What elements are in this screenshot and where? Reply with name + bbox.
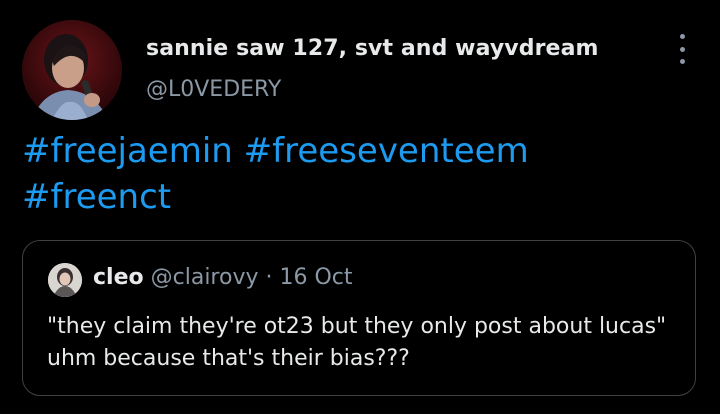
- quote-author-avatar[interactable]: [48, 263, 82, 297]
- quoted-tweet-card[interactable]: cleo @clairovy · 16 Oct "they claim they…: [22, 240, 696, 396]
- quote-text: "they claim they're ot23 but they only p…: [47, 314, 667, 371]
- quote-date[interactable]: 16 Oct: [280, 265, 353, 290]
- tweet: sannie saw 127, svt and wayvdream @L0VED…: [0, 0, 720, 414]
- author-handle[interactable]: @L0VEDERY: [146, 77, 281, 102]
- tweet-text: #freejaemin #freeseventeem #freenct: [22, 128, 682, 220]
- hashtag-link[interactable]: #freejaemin: [22, 131, 233, 171]
- hashtag-link[interactable]: #freeseventeem: [244, 131, 529, 171]
- quote-separator: ·: [265, 265, 273, 290]
- author-avatar[interactable]: [22, 20, 122, 120]
- more-vertical-icon-dot: [679, 46, 685, 52]
- quote-author-handle[interactable]: @clairovy: [151, 265, 259, 290]
- more-options-button[interactable]: [668, 34, 696, 64]
- quote-header: cleo @clairovy · 16 Oct: [93, 265, 353, 290]
- more-vertical-icon: [679, 34, 685, 39]
- quote-author-name[interactable]: cleo: [93, 265, 144, 290]
- more-vertical-icon-dot: [679, 59, 685, 64]
- hashtag-link[interactable]: #freenct: [22, 177, 171, 217]
- author-display-name[interactable]: sannie saw 127, svt and wayvdream: [146, 36, 599, 61]
